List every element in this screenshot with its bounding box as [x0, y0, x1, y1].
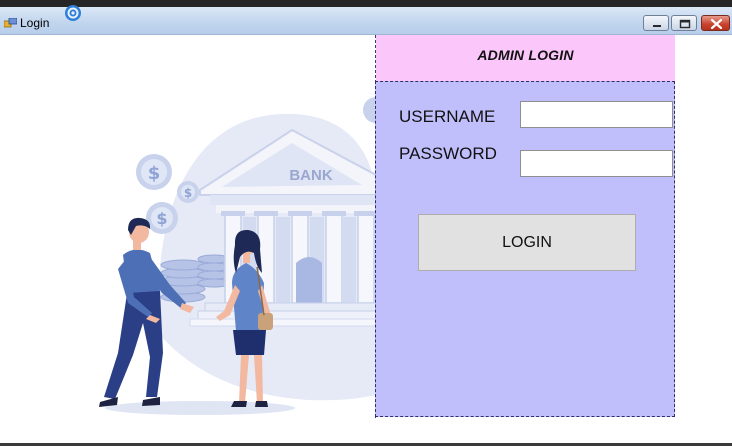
minimize-icon: [653, 25, 661, 27]
svg-text:$: $: [184, 186, 192, 200]
username-textbox[interactable]: [520, 101, 673, 128]
window-title: Login: [20, 16, 50, 30]
password-label: PASSWORD: [399, 144, 497, 163]
username-field[interactable]: [521, 102, 672, 127]
maximize-icon: [679, 19, 691, 29]
admin-login-header: ADMIN LOGIN: [376, 35, 675, 81]
close-button[interactable]: [701, 15, 730, 31]
username-label: USERNAME: [399, 107, 496, 126]
screen-top-strip: [0, 0, 732, 7]
minimize-button[interactable]: [643, 15, 669, 31]
window-titlebar[interactable]: Login: [0, 4, 732, 35]
app-icon[interactable]: [3, 15, 18, 28]
maximize-button[interactable]: [671, 15, 697, 31]
bank-sign: BANK: [289, 167, 332, 184]
admin-login-title: ADMIN LOGIN: [477, 47, 574, 63]
login-button[interactable]: LOGIN: [418, 214, 636, 271]
close-icon: [710, 18, 723, 30]
password-field[interactable]: [521, 151, 672, 176]
svg-text:$: $: [156, 209, 167, 228]
bank-illustration: $ $ $ BANK: [99, 97, 380, 415]
dollar-coin-icon: $: [136, 154, 172, 190]
password-textbox[interactable]: [520, 150, 673, 177]
svg-text:$: $: [148, 163, 161, 184]
window-client-area: $ $ $ BANK ADMIN LOGIN USERNAME PASSWORD…: [0, 35, 732, 443]
busy-cursor-icon: [64, 4, 82, 22]
login-form-panel: USERNAME PASSWORD LOGIN: [375, 81, 675, 417]
